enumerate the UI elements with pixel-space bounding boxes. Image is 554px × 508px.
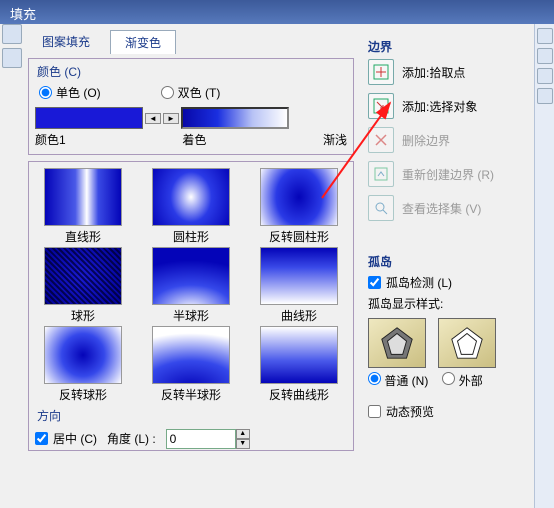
gradient-inv-sphere[interactable]: 反转球形 xyxy=(38,326,128,403)
view-selection-icon xyxy=(368,195,394,221)
right-edge-toolbar xyxy=(534,24,554,508)
tab-gradient[interactable]: 渐变色 xyxy=(110,30,176,54)
island-radio-outer[interactable]: 外部 xyxy=(442,372,482,389)
boundary-add-pickpoint[interactable]: 添加:拾取点 xyxy=(368,59,546,85)
center-checkbox-input[interactable] xyxy=(35,432,48,445)
island-group: 孤岛 孤岛检测 (L) 孤岛显示样式: 普通 (N) 外部 xyxy=(368,249,546,395)
gradient-inv-hemisphere[interactable]: 反转半球形 xyxy=(146,326,236,403)
boundary-delete: 删除边界 xyxy=(368,127,546,153)
angle-label: 角度 (L) : xyxy=(107,430,156,447)
label-color1: 颜色1 xyxy=(35,131,66,148)
island-legend: 孤岛 xyxy=(368,253,546,270)
workarea: 图案填充 渐变色 颜色 (C) 单色 (O) 双色 (T) ◄ ► 颜色1 xyxy=(0,24,554,508)
angle-up[interactable]: ▲ xyxy=(236,429,250,439)
island-style-normal[interactable] xyxy=(368,318,426,368)
tab-pattern-fill[interactable]: 图案填充 xyxy=(28,30,104,54)
radio-single-input[interactable] xyxy=(39,86,52,99)
left-panel: 图案填充 渐变色 颜色 (C) 单色 (O) 双色 (T) ◄ ► 颜色1 xyxy=(0,24,360,508)
color-group: 颜色 (C) 单色 (O) 双色 (T) ◄ ► 颜色1 着色 渐浅 xyxy=(28,58,354,155)
boundary-group: 边界 添加:拾取点 添加:选择对象 删除边界 重新创建边界 (R) xyxy=(368,34,546,241)
center-checkbox[interactable]: 居中 (C) xyxy=(35,430,97,447)
island-radio-normal[interactable]: 普通 (N) xyxy=(368,372,428,389)
label-tint: 着色 xyxy=(182,131,206,148)
angle-field[interactable] xyxy=(166,429,236,449)
window-title: 填充 xyxy=(0,0,554,27)
gradient-curve[interactable]: 曲线形 xyxy=(254,247,344,324)
color1-swatch[interactable] xyxy=(35,107,143,129)
pickpoint-icon[interactable] xyxy=(368,59,394,85)
gradient-cylinder[interactable]: 圆柱形 xyxy=(146,168,236,245)
radio-double-input[interactable] xyxy=(161,86,174,99)
select-object-icon[interactable] xyxy=(368,93,394,119)
gradient-linear[interactable]: 直线形 xyxy=(38,168,128,245)
direction-legend: 方向 xyxy=(35,407,347,424)
dynamic-preview-input[interactable] xyxy=(368,405,381,418)
boundary-view-selection: 查看选择集 (V) xyxy=(368,195,546,221)
tint-swatch[interactable] xyxy=(181,107,289,129)
angle-input[interactable]: ▲ ▼ xyxy=(166,429,250,449)
color-legend: 颜色 (C) xyxy=(35,63,347,80)
swatch-stepper2[interactable]: ► xyxy=(163,113,179,124)
radio-double-color[interactable]: 双色 (T) xyxy=(161,84,221,101)
island-style-label: 孤岛显示样式: xyxy=(368,295,546,312)
angle-down[interactable]: ▼ xyxy=(236,439,250,449)
delete-boundary-icon xyxy=(368,127,394,153)
dynamic-preview-checkbox[interactable]: 动态预览 xyxy=(368,403,546,420)
gradient-hemisphere[interactable]: 半球形 xyxy=(146,247,236,324)
island-style-outer[interactable] xyxy=(438,318,496,368)
radio-single-color[interactable]: 单色 (O) xyxy=(39,84,101,101)
swatch-left[interactable]: ◄ xyxy=(145,113,161,124)
island-detect-checkbox[interactable]: 孤岛检测 (L) xyxy=(368,274,546,291)
recreate-boundary-icon xyxy=(368,161,394,187)
swatch-stepper[interactable]: ◄ xyxy=(145,113,161,124)
gradient-grid: 直线形 圆柱形 反转圆柱形 球形 半球形 xyxy=(28,161,354,451)
label-light: 渐浅 xyxy=(323,131,347,148)
boundary-recreate: 重新创建边界 (R) xyxy=(368,161,546,187)
boundary-legend: 边界 xyxy=(368,38,546,55)
island-detect-input[interactable] xyxy=(368,276,381,289)
tabs: 图案填充 渐变色 xyxy=(28,30,354,54)
right-panel: 边界 添加:拾取点 添加:选择对象 删除边界 重新创建边界 (R) xyxy=(360,24,554,508)
boundary-add-select[interactable]: 添加:选择对象 xyxy=(368,93,546,119)
swatch-right[interactable]: ► xyxy=(163,113,179,124)
gradient-inv-curve[interactable]: 反转曲线形 xyxy=(254,326,344,403)
gradient-inv-cylinder[interactable]: 反转圆柱形 xyxy=(254,168,344,245)
gradient-sphere[interactable]: 球形 xyxy=(38,247,128,324)
